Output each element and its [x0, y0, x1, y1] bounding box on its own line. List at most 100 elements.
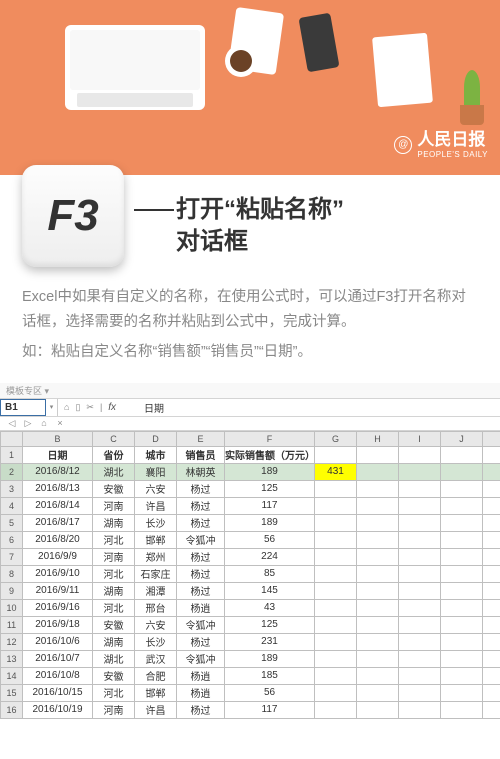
empty-cell[interactable] — [483, 497, 500, 514]
empty-cell[interactable] — [399, 650, 441, 667]
empty-cell[interactable] — [357, 650, 399, 667]
col-header[interactable]: C — [93, 431, 135, 446]
close-icon[interactable]: × — [54, 418, 66, 428]
data-cell[interactable]: 43 — [225, 599, 315, 616]
data-cell[interactable]: 杨过 — [177, 514, 225, 531]
row-header[interactable]: 3 — [1, 480, 23, 497]
data-cell[interactable]: 令狐冲 — [177, 531, 225, 548]
data-cell[interactable]: 令狐冲 — [177, 616, 225, 633]
cell-g[interactable] — [315, 701, 357, 718]
tab-template[interactable]: 模板专区 ▾ — [6, 384, 49, 397]
data-cell[interactable]: 189 — [225, 514, 315, 531]
data-cell[interactable]: 2016/9/9 — [23, 548, 93, 565]
back-icon[interactable]: ◁ — [6, 418, 18, 428]
data-cell[interactable]: 杨过 — [177, 480, 225, 497]
empty-cell[interactable] — [441, 497, 483, 514]
table-row[interactable]: 52016/8/17湖南长沙杨过189 — [1, 514, 500, 531]
data-cell[interactable]: 林朝英 — [177, 463, 225, 480]
empty-cell[interactable] — [399, 667, 441, 684]
empty-cell[interactable] — [441, 480, 483, 497]
data-cell[interactable]: 杨过 — [177, 701, 225, 718]
empty-cell[interactable] — [441, 650, 483, 667]
row-header[interactable]: 13 — [1, 650, 23, 667]
empty-cell[interactable] — [483, 599, 500, 616]
data-cell[interactable]: 许昌 — [135, 497, 177, 514]
empty-cell[interactable] — [483, 616, 500, 633]
empty-cell[interactable] — [483, 531, 500, 548]
data-cell[interactable]: 56 — [225, 684, 315, 701]
row-header[interactable]: 15 — [1, 684, 23, 701]
data-cell[interactable]: 杨过 — [177, 582, 225, 599]
data-cell[interactable]: 河南 — [93, 497, 135, 514]
empty-cell[interactable] — [483, 633, 500, 650]
table-row[interactable]: 142016/10/8安徽合肥杨逍185 — [1, 667, 500, 684]
table-row[interactable]: 62016/8/20河北邯郸令狐冲56 — [1, 531, 500, 548]
col-header[interactable]: K — [483, 431, 500, 446]
empty-cell[interactable] — [399, 582, 441, 599]
row-header[interactable]: 10 — [1, 599, 23, 616]
data-cell[interactable]: 湘潭 — [135, 582, 177, 599]
col-header[interactable]: I — [399, 431, 441, 446]
empty-cell[interactable] — [357, 548, 399, 565]
data-cell[interactable]: 河南 — [93, 548, 135, 565]
empty-cell[interactable] — [357, 684, 399, 701]
data-cell[interactable]: 杨过 — [177, 633, 225, 650]
data-cell[interactable]: 125 — [225, 480, 315, 497]
data-cell[interactable]: 安徽 — [93, 667, 135, 684]
data-cell[interactable]: 117 — [225, 701, 315, 718]
data-cell[interactable]: 湖南 — [93, 582, 135, 599]
empty-cell[interactable] — [357, 616, 399, 633]
empty-cell[interactable] — [441, 463, 483, 480]
data-cell[interactable]: 许昌 — [135, 701, 177, 718]
table-row[interactable]: 22016/8/12湖北襄阳林朝英189431 — [1, 463, 500, 480]
empty-cell[interactable] — [357, 497, 399, 514]
empty-cell[interactable] — [483, 463, 500, 480]
empty-cell[interactable] — [399, 616, 441, 633]
data-cell[interactable]: 河北 — [93, 684, 135, 701]
data-cell[interactable]: 2016/9/16 — [23, 599, 93, 616]
cell-g[interactable]: 431 — [315, 463, 357, 480]
cell-g[interactable] — [315, 616, 357, 633]
empty-cell[interactable] — [315, 446, 357, 463]
empty-cell[interactable] — [441, 446, 483, 463]
empty-cell[interactable] — [399, 565, 441, 582]
data-cell[interactable]: 2016/10/8 — [23, 667, 93, 684]
data-cell[interactable]: 117 — [225, 497, 315, 514]
col-header[interactable]: H — [357, 431, 399, 446]
empty-cell[interactable] — [483, 667, 500, 684]
data-cell[interactable]: 2016/8/12 — [23, 463, 93, 480]
data-cell[interactable]: 2016/10/15 — [23, 684, 93, 701]
cell-g[interactable] — [315, 480, 357, 497]
empty-cell[interactable] — [483, 650, 500, 667]
cell-g[interactable] — [315, 497, 357, 514]
empty-cell[interactable] — [483, 701, 500, 718]
empty-cell[interactable] — [441, 701, 483, 718]
empty-cell[interactable] — [357, 514, 399, 531]
table-row[interactable]: 32016/8/13安徽六安杨过125 — [1, 480, 500, 497]
empty-cell[interactable] — [357, 446, 399, 463]
row-header[interactable]: 2 — [1, 463, 23, 480]
empty-cell[interactable] — [441, 582, 483, 599]
table-row[interactable]: 42016/8/14河南许昌杨过117 — [1, 497, 500, 514]
empty-cell[interactable] — [357, 599, 399, 616]
row-header[interactable]: 14 — [1, 667, 23, 684]
cell-g[interactable] — [315, 633, 357, 650]
cell-g[interactable] — [315, 667, 357, 684]
data-cell[interactable]: 邯郸 — [135, 531, 177, 548]
data-cell[interactable]: 杨逍 — [177, 599, 225, 616]
table-row[interactable]: 102016/9/16河北邢台杨逍43 — [1, 599, 500, 616]
data-cell[interactable]: 六安 — [135, 480, 177, 497]
col-header[interactable]: J — [441, 431, 483, 446]
cell-g[interactable] — [315, 582, 357, 599]
data-cell[interactable]: 邯郸 — [135, 684, 177, 701]
empty-cell[interactable] — [399, 633, 441, 650]
data-cell[interactable]: 杨逍 — [177, 667, 225, 684]
row-header[interactable]: 5 — [1, 514, 23, 531]
data-header-cell[interactable]: 实际销售额（万元） — [225, 446, 315, 463]
data-cell[interactable]: 2016/8/17 — [23, 514, 93, 531]
formula-input[interactable]: 日期 — [138, 399, 500, 416]
data-cell[interactable]: 湖南 — [93, 514, 135, 531]
home-icon[interactable]: ⌂ — [64, 402, 69, 412]
data-cell[interactable]: 2016/8/14 — [23, 497, 93, 514]
row-header[interactable]: 4 — [1, 497, 23, 514]
